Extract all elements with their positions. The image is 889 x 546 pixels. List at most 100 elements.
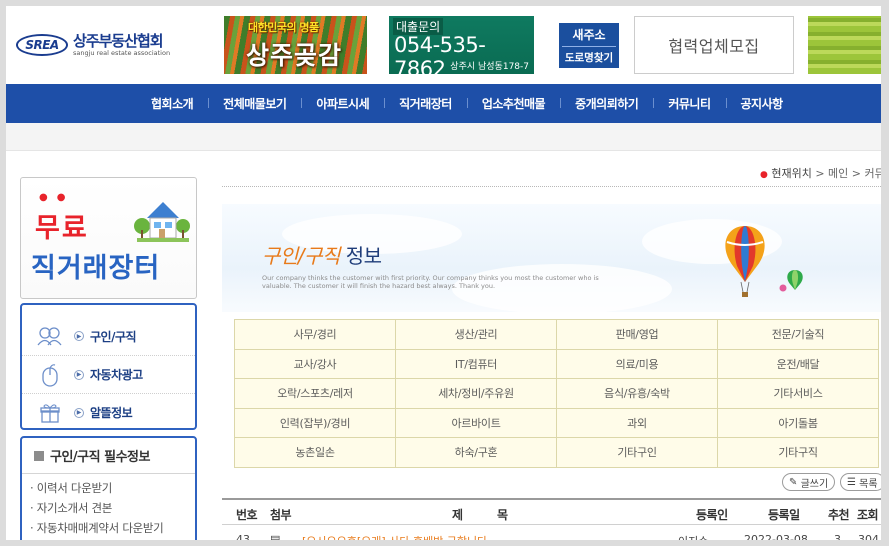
- nav-item[interactable]: 커뮤니티: [653, 95, 725, 112]
- page-title-main: 구인/구직: [262, 244, 340, 268]
- category-link[interactable]: IT/컴퓨터: [395, 348, 557, 379]
- nav-item[interactable]: 업소추천매물: [466, 95, 560, 112]
- hero-banner: 구인/구직 정보 Our company thinks the customer…: [222, 204, 881, 312]
- row-recommend: 3: [834, 533, 841, 546]
- srea-logo-mark: SREA: [16, 34, 68, 57]
- write-button-label: 글쓰기: [800, 478, 829, 490]
- write-button[interactable]: ✎ 글쓰기: [782, 473, 836, 491]
- chevron-right-icon: ▶: [74, 407, 84, 418]
- category-link[interactable]: 전문/기술직: [717, 319, 879, 350]
- side-menu-item-jobs[interactable]: ▶ 구인/구직: [22, 317, 195, 355]
- page-title-suffix: 정보: [339, 244, 382, 268]
- logo-subtitle: sangju real estate association: [73, 49, 171, 57]
- breadcrumb: ● 현재위치 > 메인 > 커뮤니티: [760, 165, 885, 181]
- road-address-title: 새주소: [572, 28, 606, 42]
- logo-mark-text: SREA: [25, 38, 59, 53]
- breadcrumb-path: > 메인 > 커뮤니티: [815, 167, 885, 180]
- people-icon: [36, 324, 64, 348]
- pencil-icon: ✎: [789, 476, 798, 488]
- category-link[interactable]: 판매/영업: [556, 319, 718, 350]
- table-row[interactable]: 43 ▤ [오시오오후[오래] 사다 후배박 구합니다 이지수 2022-03-…: [222, 527, 881, 546]
- loan-banner-phone: 054-535-7862: [394, 33, 486, 81]
- category-link[interactable]: 하숙/구혼: [395, 437, 557, 468]
- free-market-line2: 직거래장터: [31, 253, 161, 284]
- main-nav: 협회소개 전체매물보기 아파트시세 직거래장터 업소추천매물 중개의뢰하기 커뮤니티 공지사항: [6, 84, 881, 123]
- nav-item[interactable]: 아파트시세: [301, 95, 384, 112]
- category-link[interactable]: 아르바이트: [395, 407, 557, 438]
- partner-recruit-banner[interactable]: 협력업체모집: [634, 16, 794, 74]
- list-button[interactable]: ☰ 목록: [840, 473, 881, 491]
- road-address-banner[interactable]: 새주소 도로명찾기: [559, 23, 619, 68]
- row-views: 304: [858, 533, 879, 546]
- page-subtitle: Our company thinks the customer with fir…: [262, 274, 599, 290]
- row-date: 2022-03-08: [744, 533, 808, 546]
- nav-item[interactable]: 중개의뢰하기: [560, 95, 653, 112]
- job-info-link-car-contract[interactable]: 자동차매매계약서 다운받기: [30, 518, 195, 538]
- category-link[interactable]: 기타구인: [556, 437, 718, 468]
- hot-air-balloon-icon: [725, 226, 803, 297]
- category-row: 오락/스포츠/레저 세차/정비/주유원 음식/유흥/숙박 기타서비스: [234, 378, 879, 409]
- decor-dots: ●●: [39, 192, 75, 203]
- partner-recruit-text: 협력업체모집: [668, 37, 760, 56]
- chevron-right-icon: ▶: [74, 369, 84, 380]
- col-views: 조회: [857, 508, 879, 522]
- category-row: 사무/경리 생산/관리 판매/영업 전문/기술직: [234, 319, 879, 350]
- job-info-title: 구인/구직 필수정보: [50, 450, 150, 465]
- site-header: SREA 상주부동산협회 sangju real estate associat…: [6, 6, 881, 84]
- divider: [222, 186, 881, 187]
- persimmon-banner-title: 상주곶감: [246, 41, 343, 70]
- col-author: 등록인: [696, 508, 728, 522]
- browser-frame: SREA 상주부동산협회 sangju real estate associat…: [0, 0, 889, 546]
- logo-name: 상주부동산협회: [73, 32, 164, 50]
- side-menu-label: 구인/구직: [90, 329, 137, 344]
- free-market-line1: 무료: [35, 213, 89, 244]
- house-icon: [134, 202, 190, 242]
- category-link[interactable]: 음식/유흥/숙박: [556, 378, 718, 409]
- side-menu-label: 알뜰정보: [90, 406, 133, 420]
- loan-banner[interactable]: 대출문의 054-535-7862 상주시 남성동178-7: [389, 16, 534, 81]
- nav-item[interactable]: 전체매물보기: [208, 95, 301, 112]
- side-menu-label: 자동차광고: [90, 368, 143, 382]
- breadcrumb-label: 현재위치: [771, 167, 812, 180]
- side-menu-item-tips[interactable]: ▶ 알뜰정보: [22, 393, 195, 431]
- site-logo[interactable]: SREA 상주부동산협회 sangju real estate associat…: [16, 34, 170, 57]
- job-info-link-resume[interactable]: 이력서 다운받기: [30, 478, 195, 498]
- list-icon: ☰: [847, 476, 856, 488]
- nav-item[interactable]: 직거래장터: [384, 95, 467, 112]
- nav-item[interactable]: 협회소개: [136, 95, 208, 112]
- category-link[interactable]: 기타서비스: [717, 378, 879, 409]
- col-date: 등록일: [768, 508, 800, 522]
- category-link[interactable]: 사무/경리: [234, 319, 396, 350]
- col-title: 제 목: [452, 508, 508, 522]
- gift-icon: [36, 401, 64, 425]
- category-link[interactable]: 과외: [556, 407, 718, 438]
- persimmon-banner[interactable]: 대한민국의 명품 상주곶감: [224, 16, 367, 74]
- category-link[interactable]: 생산/관리: [395, 319, 557, 350]
- side-menu: ▶ 구인/구직 ▶ 자동차광고 ▶ 알뜰정보: [20, 303, 197, 430]
- free-market-box[interactable]: ●● 무료 직거래장터: [20, 177, 197, 299]
- category-link[interactable]: 세차/정비/주유원: [395, 378, 557, 409]
- category-link[interactable]: 교사/강사: [234, 348, 396, 379]
- board-header-row: 번호 첨부 제 목 등록인 등록일 추천 조회: [222, 498, 881, 525]
- category-link[interactable]: 아기돌봄: [717, 407, 879, 438]
- category-link[interactable]: 농촌일손: [234, 437, 396, 468]
- side-menu-item-car-ad[interactable]: ▶ 자동차광고: [22, 355, 195, 393]
- attachment-icon: ▤: [270, 533, 281, 546]
- nav-item[interactable]: 공지사항: [725, 95, 798, 112]
- row-title[interactable]: [오시오오후[오래] 사다 후배박 구합니다: [302, 533, 487, 540]
- category-link[interactable]: 인력(잡부)/경비: [234, 407, 396, 438]
- col-no: 번호: [236, 508, 258, 522]
- category-link[interactable]: 기타구직: [717, 437, 879, 468]
- job-info-link-cover-letter[interactable]: 자기소개서 견본: [30, 498, 195, 518]
- square-bullet-icon: [34, 450, 44, 461]
- bullet-icon: ●: [760, 170, 768, 180]
- category-link[interactable]: 오락/스포츠/레저: [234, 378, 396, 409]
- sub-nav-bar: [6, 123, 881, 151]
- chevron-right-icon: ▶: [74, 331, 84, 341]
- category-row: 교사/강사 IT/컴퓨터 의료/미용 운전/배달: [234, 348, 879, 379]
- category-link[interactable]: 운전/배달: [717, 348, 879, 379]
- green-ad-banner[interactable]: [808, 16, 881, 74]
- category-link[interactable]: 의료/미용: [556, 348, 718, 379]
- list-button-label: 목록: [859, 478, 878, 490]
- row-no: 43: [236, 533, 250, 546]
